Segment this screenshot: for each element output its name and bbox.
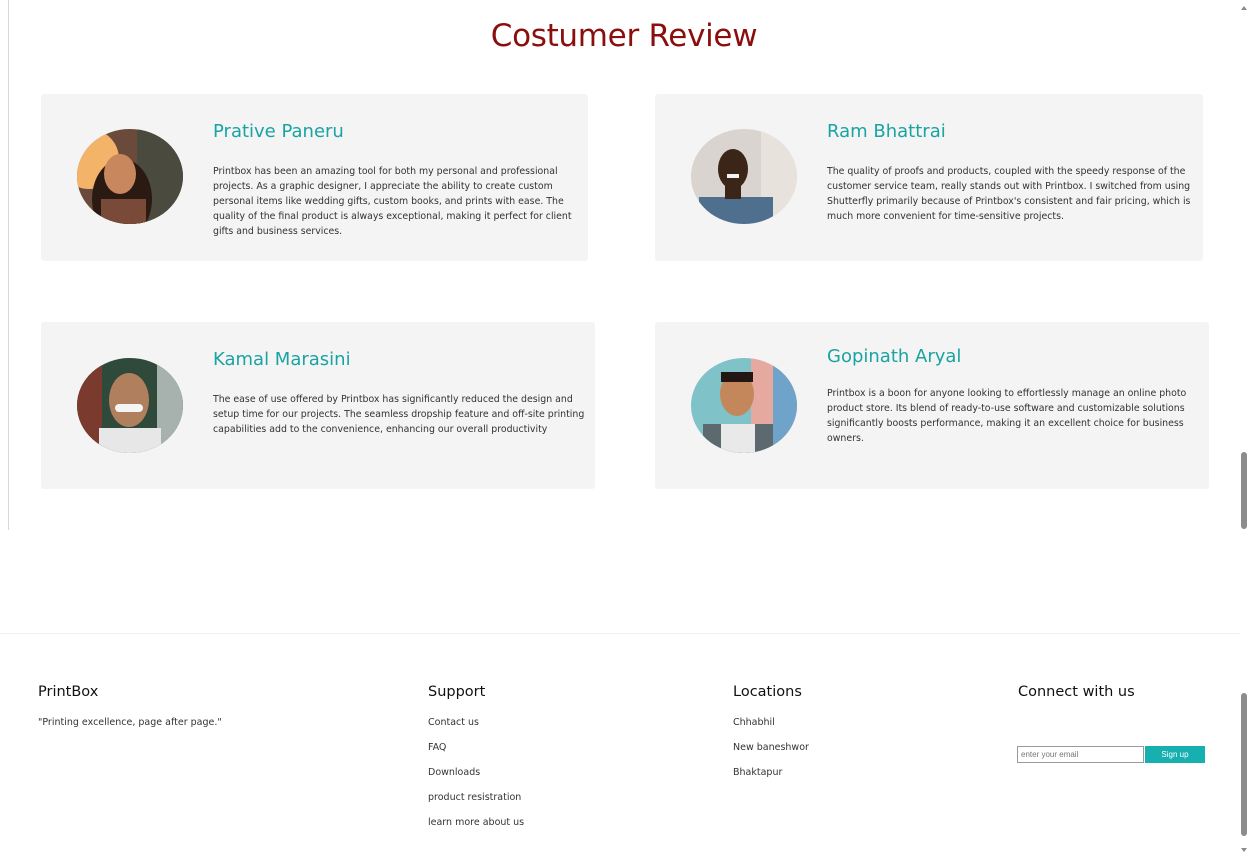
reviewer-avatar (77, 358, 183, 453)
locations-list: Chhabhil New baneshwor Bhaktapur (733, 717, 809, 792)
page-scrollbar[interactable] (1240, 0, 1248, 856)
scrollbar-thumb[interactable] (1241, 693, 1247, 836)
connect-heading: Connect with us (1018, 684, 1135, 700)
reviewer-avatar (77, 129, 183, 224)
support-links: Contact us FAQ Downloads product resistr… (428, 717, 524, 842)
section-divider (8, 0, 9, 530)
scroll-up-arrow-icon[interactable] (1241, 6, 1247, 10)
review-card: Ram Bhattrai The quality of proofs and p… (655, 94, 1203, 261)
review-card: Prative Paneru Printbox has been an amaz… (41, 94, 588, 261)
review-text: Printbox has been an amazing tool for bo… (213, 166, 572, 237)
signup-button[interactable]: Sign up (1145, 746, 1205, 763)
support-link-contact[interactable]: Contact us (428, 717, 524, 742)
reviews-section: Costumer Review Prative Paneru Printbox … (0, 0, 1240, 530)
support-link-downloads[interactable]: Downloads (428, 767, 524, 792)
support-link-registration[interactable]: product resistration (428, 792, 524, 817)
reviewer-name: Ram Bhattrai (827, 121, 946, 142)
review-text: The quality of proofs and products, coup… (827, 166, 1191, 222)
scroll-down-arrow-icon[interactable] (1241, 848, 1247, 852)
locations-heading: Locations (733, 684, 802, 700)
review-text: The ease of use offered by Printbox has … (213, 394, 585, 435)
email-field[interactable] (1017, 746, 1144, 763)
section-title: Costumer Review (490, 18, 758, 54)
review-card: Kamal Marasini The ease of use offered b… (41, 322, 595, 489)
site-footer: PrintBox "Printing excellence, page afte… (0, 633, 1240, 856)
location-item[interactable]: Bhaktapur (733, 767, 809, 792)
support-link-about[interactable]: learn more about us (428, 817, 524, 842)
scrollbar-thumb[interactable] (1241, 452, 1247, 529)
reviewer-avatar (691, 129, 797, 224)
review-card: Gopinath Aryal Printbox is a boon for an… (655, 322, 1209, 489)
location-item[interactable]: New baneshwor (733, 742, 809, 767)
footer-brand: PrintBox (38, 684, 99, 700)
support-heading: Support (428, 684, 486, 700)
support-link-faq[interactable]: FAQ (428, 742, 524, 767)
reviewer-name: Kamal Marasini (213, 349, 351, 370)
reviewer-avatar (691, 358, 797, 453)
reviewer-name: Gopinath Aryal (827, 346, 962, 367)
reviewer-name: Prative Paneru (213, 121, 344, 142)
review-text: Printbox is a boon for anyone looking to… (827, 388, 1187, 444)
location-item[interactable]: Chhabhil (733, 717, 809, 742)
footer-tagline: "Printing excellence, page after page." (38, 717, 222, 728)
